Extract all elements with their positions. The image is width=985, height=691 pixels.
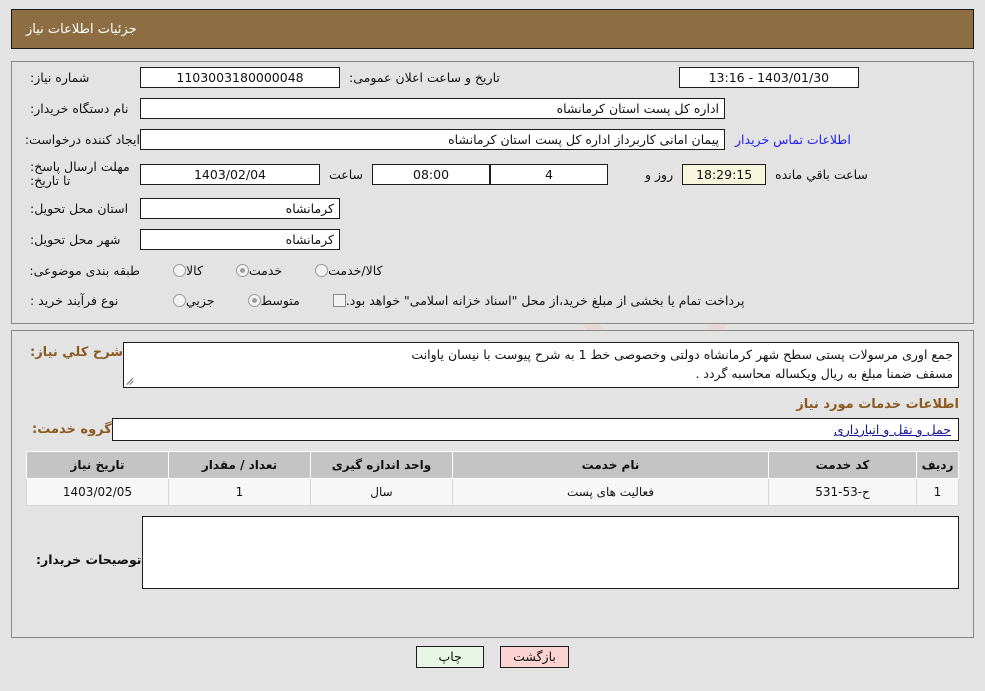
row-deadline: مهلت ارسال پاسخ: تا تاریخ: 1403/02/04 سا…	[12, 155, 973, 193]
hour-label: ساعت	[329, 166, 364, 182]
process-radio-group: جزیي متوسط	[140, 293, 300, 308]
process-option-motavaset[interactable]: متوسط	[241, 293, 300, 308]
need-number-field[interactable]: 1103003180000048	[140, 67, 340, 88]
back-button[interactable]: بازگشت	[500, 646, 569, 668]
province-label: استان محل تحویل:	[30, 201, 129, 216]
page-header: جزئیات اطلاعات نیاز	[11, 9, 974, 49]
treasury-checkbox-label: پرداخت تمام یا بخشی از مبلغ خرید،از محل …	[345, 292, 745, 308]
deadline-date-field[interactable]: 1403/02/04	[140, 163, 320, 185]
row-need-number: شماره نیاز: 1103003180000048 تاریخ و ساع…	[12, 62, 973, 93]
need-number-label: شماره نیاز:	[30, 70, 90, 85]
treasury-checkbox-item[interactable]: پرداخت تمام یا بخشی از مبلغ خرید،از محل …	[326, 292, 745, 308]
cell-radif: 1	[916, 478, 959, 506]
service-group-link[interactable]: حمل و نقل و انبارداری	[834, 422, 951, 437]
description-label: شرح کلي نياز:	[30, 345, 124, 360]
remaining-clock-field[interactable]: 18:29:15	[682, 163, 767, 185]
description-line-2: مسقف ضمنا مبلغ به ریال ویکساله محاسبه گر…	[695, 366, 953, 381]
checkbox-icon[interactable]	[332, 293, 346, 307]
description-line-1: جمع اوری مرسولات پستی سطح شهر کرمانشاه د…	[411, 347, 953, 362]
category-option-label: کالا	[186, 262, 203, 278]
table-header-date: تاریخ نیاز	[26, 451, 169, 479]
page-root: جزئیات اطلاعات نیاز AnaTender.net شماره …	[0, 0, 985, 691]
cell-qty: 1	[168, 478, 311, 506]
remaining-suffix-label: ساعت باقي مانده	[775, 166, 868, 182]
services-section-heading: اطلاعات خدمات مورد نیاز	[796, 397, 959, 412]
print-button[interactable]: چاپ	[416, 646, 485, 668]
radio-icon[interactable]	[173, 263, 186, 277]
services-panel: شرح کلي نياز: جمع اوری مرسولات پستی سطح …	[11, 330, 974, 638]
radio-icon[interactable]	[315, 263, 329, 277]
table-header-code: کد خدمت	[768, 451, 917, 479]
creator-field[interactable]: پیمان امانی کاربرداز اداره کل پست استان …	[140, 129, 725, 150]
row-creator: ایجاد کننده درخواست: پیمان امانی کاربردا…	[12, 124, 973, 155]
buyer-org-label: نام دستگاه خریدار:	[30, 101, 129, 116]
remaining-days-field[interactable]: 4	[490, 163, 609, 185]
table-header-qty: تعداد / مقدار	[168, 451, 311, 479]
process-option-jozi[interactable]: جزیي	[166, 293, 215, 308]
row-buyer-comments: توصیحات خریدار:	[12, 506, 973, 589]
page-title: جزئیات اطلاعات نیاز	[26, 21, 137, 37]
creator-label: ایجاد کننده درخواست:	[24, 132, 140, 147]
category-radio-group: کالا خدمت کالا/خدمت	[140, 263, 383, 278]
table-header-unit: واحد اندازه گیری	[310, 451, 453, 479]
cell-unit: سال	[310, 478, 453, 506]
buyer-org-field[interactable]: اداره کل پست استان کرمانشاه	[140, 98, 725, 119]
cell-name: فعالیت های پست	[452, 478, 769, 506]
deadline-time-field[interactable]: 08:00	[372, 163, 491, 185]
service-group-field[interactable]: حمل و نقل و انبارداری	[111, 418, 959, 441]
radio-icon[interactable]	[247, 293, 261, 307]
buyer-contact-link[interactable]: اطلاعات تماس خریدار	[725, 132, 861, 147]
table-header-radif: ردیف	[916, 451, 959, 479]
table-header-row: ردیف کد خدمت نام خدمت واحد اندازه گیری ت…	[26, 451, 959, 479]
row-description: شرح کلي نياز: جمع اوری مرسولات پستی سطح …	[12, 331, 973, 388]
radio-icon[interactable]	[173, 293, 186, 307]
row-process-type: نوع فرآیند خرید : جزیي متوسط پرداخت تمام…	[12, 285, 973, 315]
description-textarea[interactable]: جمع اوری مرسولات پستی سطح شهر کرمانشاه د…	[123, 342, 959, 388]
category-option-label: کالا/خدمت	[328, 262, 383, 278]
deadline-label: مهلت ارسال پاسخ: تا تاریخ:	[30, 159, 130, 188]
category-option-kala[interactable]: کالا	[166, 263, 203, 278]
row-province: استان محل تحویل: کرمانشاه	[12, 193, 973, 224]
cell-code: ح-53-531	[768, 478, 917, 506]
services-table: ردیف کد خدمت نام خدمت واحد اندازه گیری ت…	[26, 451, 959, 506]
category-option-kala-khedmat[interactable]: کالا/خدمت	[308, 262, 383, 278]
city-field[interactable]: کرمانشاه	[140, 229, 340, 250]
category-label: طبقه بندی موضوعی:	[29, 262, 140, 278]
need-info-panel: شماره نیاز: 1103003180000048 تاریخ و ساع…	[11, 61, 974, 324]
row-buyer-org: نام دستگاه خریدار: اداره کل پست استان کر…	[12, 93, 973, 124]
province-field[interactable]: کرمانشاه	[140, 198, 340, 219]
category-option-khedmat[interactable]: خدمت	[229, 263, 282, 278]
footer-actions: چاپ بازگشت	[0, 646, 985, 668]
radio-icon[interactable]	[235, 263, 249, 277]
days-label: روز و	[645, 166, 674, 182]
service-group-label: گروه خدمت:	[32, 422, 112, 437]
cell-date: 1403/02/05	[26, 478, 169, 506]
announce-datetime-label: تاریخ و ساعت اعلان عمومی:	[349, 70, 500, 85]
process-label: نوع فرآیند خرید :	[30, 292, 119, 308]
services-table-wrap: ردیف کد خدمت نام خدمت واحد اندازه گیری ت…	[12, 447, 973, 506]
city-label: شهر محل تحویل:	[30, 232, 121, 247]
process-option-label: جزیي	[186, 292, 215, 308]
category-option-label: خدمت	[248, 262, 283, 278]
table-header-name: نام خدمت	[452, 451, 769, 479]
buyer-comments-label: توصیحات خریدار:	[36, 552, 142, 567]
row-city: شهر محل تحویل: کرمانشاه	[12, 224, 973, 255]
process-option-label: متوسط	[260, 292, 300, 308]
row-service-group: گروه خدمت: حمل و نقل و انبارداری	[12, 416, 973, 447]
table-row: 1 ح-53-531 فعالیت های پست سال 1 1403/02/…	[26, 478, 959, 506]
buyer-comments-textarea[interactable]	[141, 516, 959, 589]
row-category: طبقه بندی موضوعی: کالا خدمت کالا/خدمت	[12, 255, 973, 285]
announce-datetime-field[interactable]: 1403/01/30 - 13:16	[678, 67, 859, 88]
